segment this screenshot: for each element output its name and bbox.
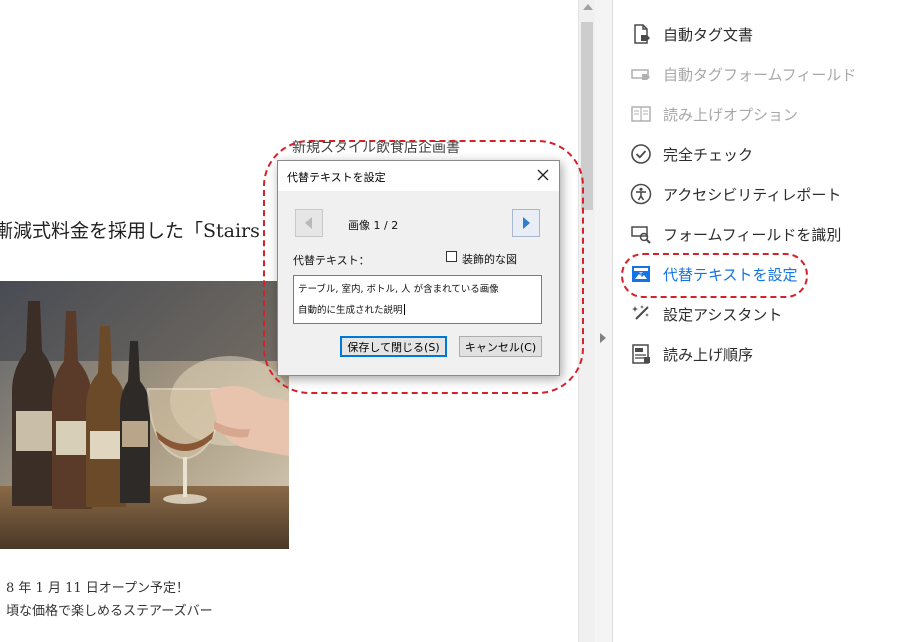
bar-photo-illustration <box>0 281 289 549</box>
tool-auto-tag-document[interactable]: 自動タグ文書 <box>629 21 753 47</box>
identify-form-fields-icon <box>629 222 653 246</box>
tool-accessibility-report[interactable]: アクセシビリティレポート <box>629 181 841 207</box>
tool-setup-assistant[interactable]: 設定アシスタント <box>629 301 782 327</box>
tool-reading-options[interactable]: 読み上げオプション <box>629 101 798 127</box>
accessibility-tools-panel: 自動タグ文書 自動タグフォームフィールド 読み上げオプション 完全チェック アク… <box>613 0 913 642</box>
panel-collapse-strip[interactable] <box>595 0 613 642</box>
doc-text-line-1: 8 年 1 月 11 日オープン予定！ <box>6 581 189 596</box>
tool-label: フォームフィールドを識別 <box>663 225 842 244</box>
form-field-tag-icon <box>629 62 653 86</box>
tool-label: 読み上げ順序 <box>663 345 754 364</box>
reading-options-icon <box>629 102 653 126</box>
reading-order-icon <box>629 342 653 366</box>
scroll-up-arrow-icon[interactable] <box>583 4 593 10</box>
tool-label: アクセシビリティレポート <box>663 185 842 204</box>
tool-label: 完全チェック <box>663 145 754 164</box>
tool-label: 自動タグ文書 <box>663 25 754 44</box>
bar-photo[interactable] <box>0 281 289 549</box>
tool-label: 読み上げオプション <box>663 105 799 124</box>
doc-heading-main: 漸減式料金を採用した「Stairs <box>0 220 260 242</box>
document-tag-icon <box>629 22 653 46</box>
tool-full-check[interactable]: 完全チェック <box>629 141 753 167</box>
tool-label: 自動タグフォームフィールド <box>663 65 857 84</box>
tool-label: 設定アシスタント <box>663 305 783 324</box>
doc-text-line-2: 頃な価格で楽しめるステアーズバー <box>6 604 213 619</box>
tool-identify-form-fields[interactable]: フォームフィールドを識別 <box>629 221 841 247</box>
tool-highlight-annotation <box>621 253 808 298</box>
accessibility-icon <box>629 182 653 206</box>
expand-panel-arrow-icon[interactable] <box>600 333 606 343</box>
dialog-highlight-annotation <box>263 140 584 394</box>
tool-auto-tag-form-fields[interactable]: 自動タグフォームフィールド <box>629 61 856 87</box>
check-circle-icon <box>629 142 653 166</box>
tool-reading-order[interactable]: 読み上げ順序 <box>629 341 753 367</box>
magic-wand-icon <box>629 302 653 326</box>
